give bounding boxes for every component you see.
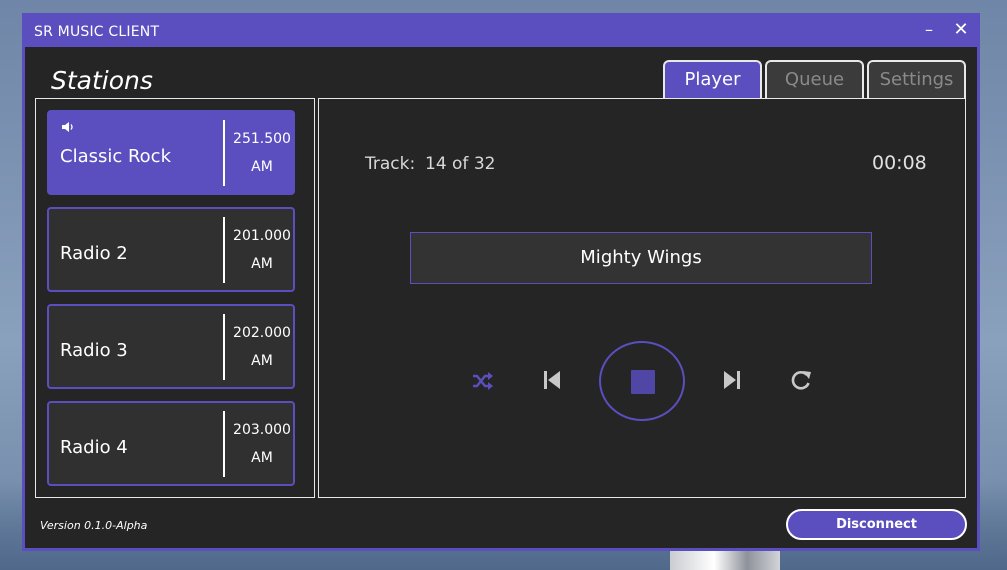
station-card-classic-rock[interactable]: Classic Rock 251.500 AM (47, 110, 295, 195)
previous-icon[interactable] (542, 369, 562, 391)
app-window: SR MUSIC CLIENT – ✕ Stations Player Queu… (22, 13, 980, 551)
station-divider (223, 217, 225, 283)
station-divider (223, 120, 225, 186)
stations-heading: Stations (51, 66, 153, 95)
close-button[interactable]: ✕ (951, 20, 971, 40)
station-name: Classic Rock (60, 146, 172, 167)
app-title: SR MUSIC CLIENT (34, 24, 160, 40)
station-frequency: 251.500 (233, 131, 291, 147)
station-divider (223, 314, 225, 380)
elapsed-time: 00:08 (872, 152, 927, 174)
station-frequency: 203.000 (233, 422, 291, 438)
station-divider (223, 411, 225, 477)
station-card-radio-4[interactable]: Radio 4 203.000 AM (47, 401, 295, 486)
player-panel: Track: 14 of 32 00:08 Mighty Wings (318, 98, 966, 498)
station-name: Radio 2 (60, 243, 128, 264)
shuffle-icon[interactable] (471, 371, 493, 391)
station-frequency: 202.000 (233, 325, 291, 341)
station-list: Classic Rock 251.500 AM Radio 2 201.000 … (35, 98, 315, 498)
song-title: Mighty Wings (410, 232, 872, 284)
station-band: AM (251, 450, 273, 466)
station-band: AM (251, 256, 273, 272)
station-name: Radio 4 (60, 437, 128, 458)
station-frequency: 201.000 (233, 228, 291, 244)
stop-button[interactable] (599, 341, 685, 421)
station-name: Radio 3 (60, 340, 128, 361)
tab-queue[interactable]: Queue (765, 60, 864, 98)
stop-icon (631, 370, 655, 394)
disconnect-button[interactable]: Disconnect (786, 509, 967, 540)
track-counter: 14 of 32 (425, 154, 496, 174)
version-label: Version 0.1.0-Alpha (40, 519, 148, 532)
tab-player[interactable]: Player (663, 60, 762, 98)
station-band: AM (251, 353, 273, 369)
tab-settings[interactable]: Settings (867, 60, 966, 98)
station-band: AM (251, 159, 273, 175)
speaker-icon (62, 122, 73, 132)
desktop-background-object (670, 548, 780, 570)
station-card-radio-3[interactable]: Radio 3 202.000 AM (47, 304, 295, 389)
next-icon[interactable] (722, 369, 742, 391)
station-card-radio-2[interactable]: Radio 2 201.000 AM (47, 207, 295, 292)
title-bar[interactable]: SR MUSIC CLIENT – ✕ (25, 16, 977, 47)
minimize-button[interactable]: – (920, 20, 938, 40)
repeat-icon[interactable] (790, 369, 812, 391)
track-label: Track: (365, 154, 416, 174)
